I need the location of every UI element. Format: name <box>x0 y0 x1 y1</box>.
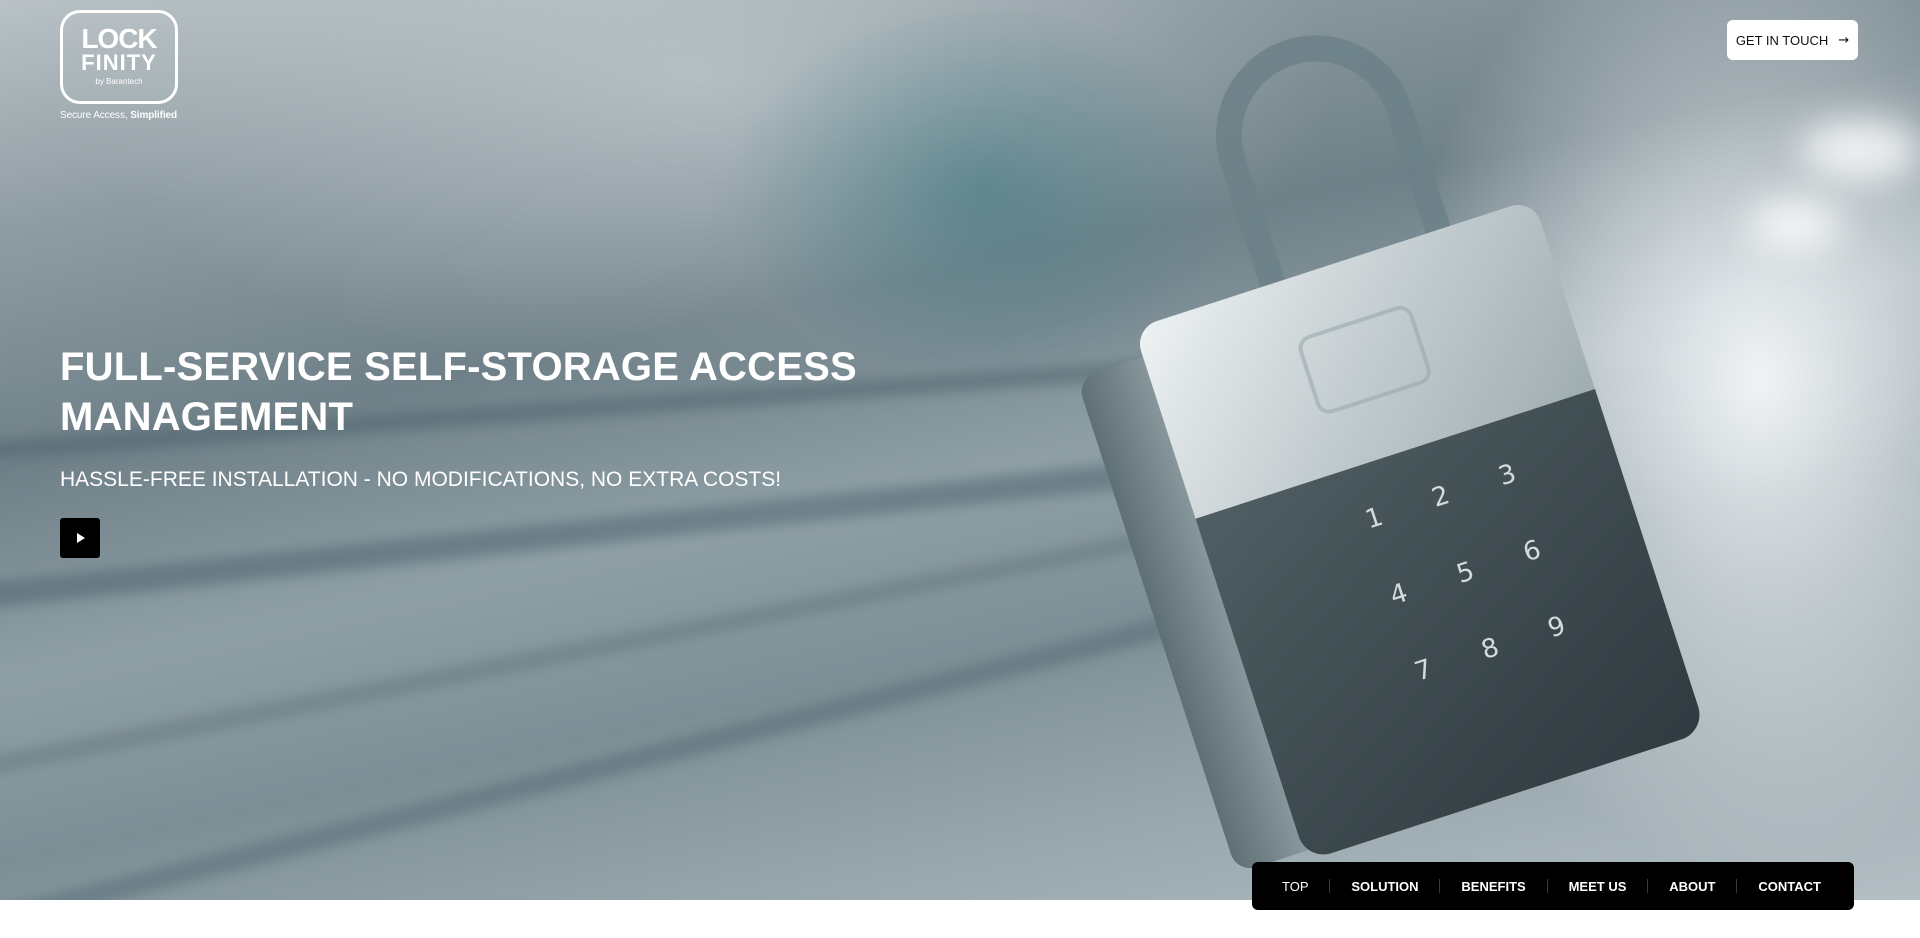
nav-item-meet-us[interactable]: MEET US <box>1569 879 1627 894</box>
hero-subheadline: HASSLE-FREE INSTALLATION - NO MODIFICATI… <box>60 468 782 491</box>
nav-item-about[interactable]: ABOUT <box>1669 879 1715 894</box>
get-in-touch-label: GET IN TOUCH <box>1735 32 1829 48</box>
tagline-regular: Secure Access, <box>60 110 131 121</box>
background-light <box>1800 120 1920 180</box>
nav-item-benefits[interactable]: BENEFITS <box>1461 879 1525 894</box>
play-icon <box>77 533 85 543</box>
keypad-digit: 5 <box>1453 556 1479 590</box>
logo-wordmark-bottom: FINITY <box>81 50 157 75</box>
background-streak <box>0 519 1211 779</box>
logo-wordmark-top: LOCK <box>81 23 157 54</box>
keypad-digit: 8 <box>1477 632 1503 666</box>
padlock-logo-mark <box>1294 302 1435 418</box>
logo-tagline: Secure Access, Simplified <box>60 110 178 121</box>
arrow-right-icon: → <box>1838 32 1850 48</box>
logo-byline: by Barantech <box>95 77 143 86</box>
keypad-digit: 6 <box>1519 534 1545 569</box>
section-nav: TOP SOLUTION BENEFITS MEET US ABOUT CONT… <box>1252 862 1854 910</box>
tagline-bold: Simplified <box>130 110 177 121</box>
nav-divider <box>1329 879 1331 893</box>
nav-divider <box>1736 879 1738 893</box>
site-logo[interactable]: LOCK FINITY by Barantech Secure Access, … <box>60 10 178 121</box>
get-in-touch-button[interactable]: GET IN TOUCH → <box>1727 20 1858 60</box>
background-light <box>1750 200 1840 250</box>
nav-item-solution[interactable]: SOLUTION <box>1351 879 1418 894</box>
play-video-button[interactable] <box>60 518 100 558</box>
nav-divider <box>1647 879 1649 893</box>
nav-item-top[interactable]: TOP <box>1282 879 1309 894</box>
nav-divider <box>1439 879 1441 893</box>
hero-headline: FULL-SERVICE SELF-STORAGE ACCESS MANAGEM… <box>60 345 857 439</box>
nav-divider <box>1546 879 1548 893</box>
nav-item-contact[interactable]: CONTACT <box>1758 879 1821 894</box>
hero-section: 1 2 3 4 5 6 7 8 9 LOCK FINITY by Barante… <box>0 0 1920 900</box>
logo-badge: LOCK FINITY by Barantech <box>60 10 178 104</box>
keypad-digit: 9 <box>1544 610 1570 645</box>
